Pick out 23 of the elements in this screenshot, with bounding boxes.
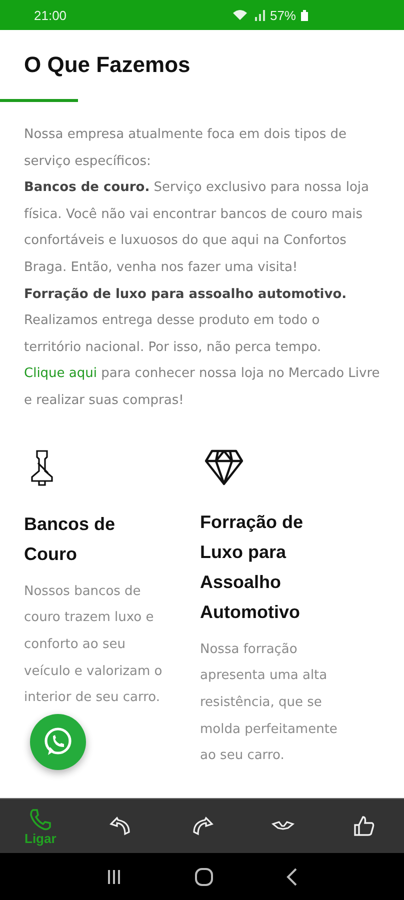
body-text: Clique aqui para conhecer nossa loja no Mercado Livre e realizar suas compras! [24, 365, 380, 410]
body-text: Forração de luxo para assoalho automotivo. Realizamos entrega desse produto em todo o território nacional. Por isso, não perca tempo. [24, 286, 348, 357]
home-icon[interactable] [194, 866, 214, 886]
chat-button[interactable] [30, 714, 86, 770]
store-link[interactable]: Clique aqui [24, 366, 97, 382]
battery-icon [301, 10, 308, 20]
battery-level: 57% [270, 8, 296, 22]
feature-title: Forração de Luxo para Assoalho Automotivo [200, 510, 304, 624]
phone-icon [28, 806, 52, 830]
feature-text: Nossa forração apresenta uma alta resistência, que se molda perfeitamente ao seu carro. [200, 640, 338, 766]
feature-title: Bancos de Couro [24, 512, 116, 566]
section-title: O Que Fazemos [24, 51, 192, 79]
signal-icon [252, 9, 265, 21]
body-text: Nossa empresa atualmente foca em dois tipos de serviço específicos: [24, 126, 348, 171]
back-icon[interactable] [286, 868, 298, 886]
diamond-icon [204, 448, 244, 487]
feature-text: Nossos bancos de couro trazem luxo e conforto ao seu veículo e valorizam o interior de seu carro. [24, 582, 164, 708]
thumbs-up-icon [352, 814, 376, 838]
recent-apps-icon[interactable] [106, 868, 122, 884]
clock: 21:00 [34, 8, 67, 22]
call-tab[interactable]: Ligar [0, 799, 81, 853]
body-text: Bancos de couro. Serviço exclusivo para nossa loja física. Você não vai encontrar bancos de couro mais confortáveis e luxuosos do que aqui na Confortos Braga. Então, venha nos fazer uma visita! [24, 179, 370, 277]
wifi-icon [232, 9, 248, 21]
